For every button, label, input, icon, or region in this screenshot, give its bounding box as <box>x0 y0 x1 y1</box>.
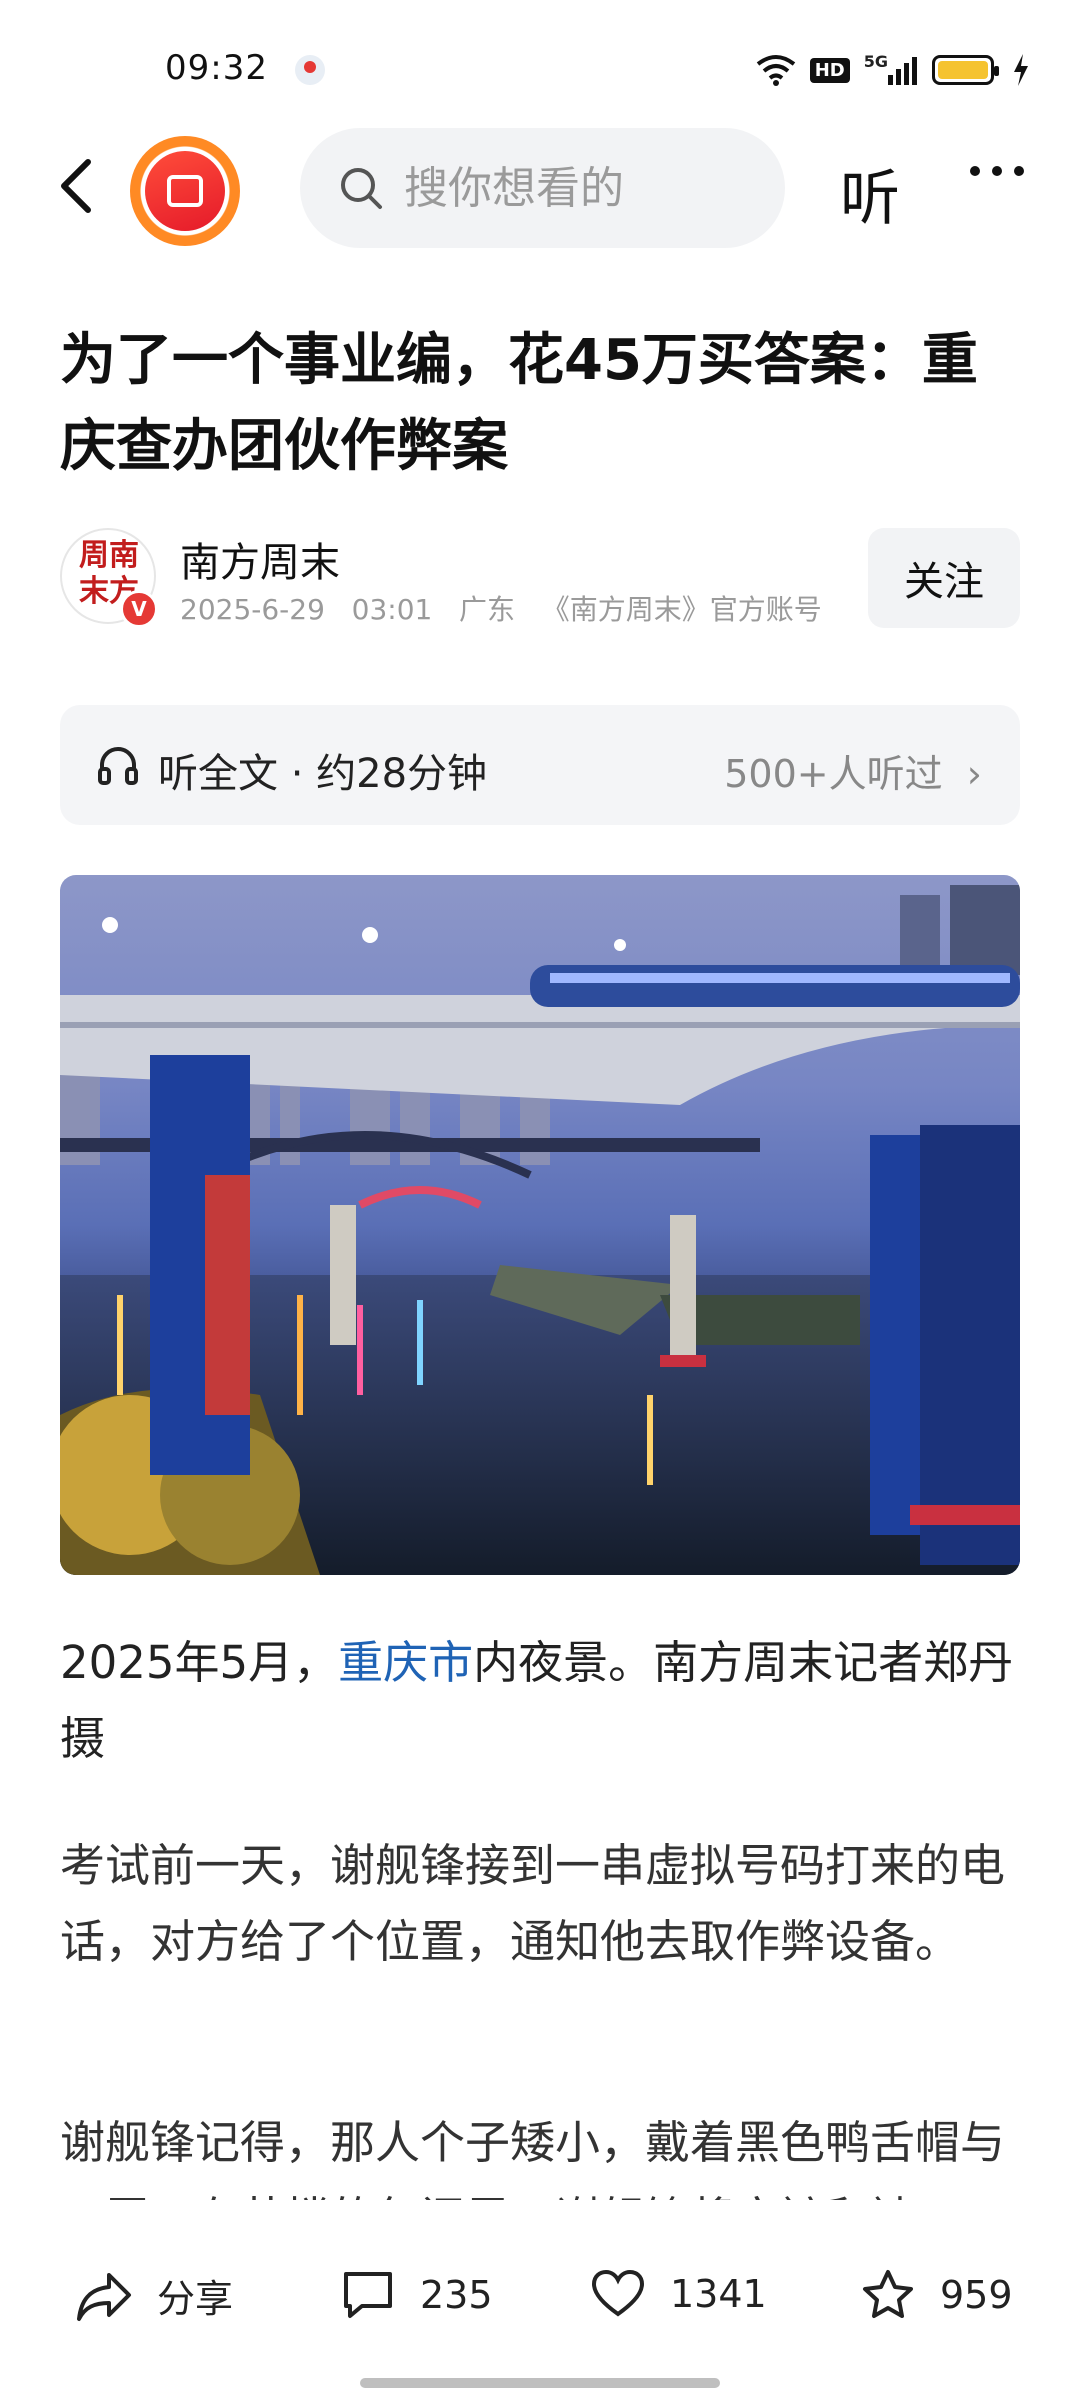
back-arrow-icon[interactable] <box>50 156 110 216</box>
follow-button[interactable]: 关注 <box>868 528 1020 628</box>
status-icons: HD 5G <box>756 52 1030 88</box>
like-count: 1341 <box>670 2272 767 2316</box>
verified-badge: V <box>120 590 158 628</box>
search-input[interactable] <box>404 162 704 214</box>
favorite-count: 959 <box>940 2273 1013 2317</box>
charging-icon <box>1014 54 1028 86</box>
publish-date: 2025-6-29 <box>180 593 325 626</box>
chevron-right-icon: › <box>954 752 982 796</box>
status-bar: 09:32 HD 5G <box>0 0 1080 130</box>
author-meta: 2025-6-29 03:01 广东 《南方周末》官方账号 <box>180 588 822 628</box>
hd-badge: HD <box>809 57 850 83</box>
share-label: 分享 <box>157 2277 234 2321</box>
article-paragraph: 谢舰锋记得，那人个子矮小，戴着黑色鸭舌帽与口罩。在茶楼的包间里，谢舰锋将衣裤和袜 <box>60 2116 1006 2205</box>
listener-count: 500+人听过 › <box>724 743 982 798</box>
search-bar[interactable] <box>300 128 785 248</box>
search-icon <box>341 168 382 209</box>
listen-full-text-bar[interactable]: 听全文 · 约28分钟 500+人听过 › <box>60 705 1020 825</box>
publish-time: 03:01 <box>351 593 433 626</box>
night-bridge-illustration <box>60 885 1020 1575</box>
share-button[interactable]: 分享 <box>75 2268 233 2323</box>
caption-prefix: 2025年5月， <box>60 1636 339 1689</box>
notification-app-icon <box>295 55 325 85</box>
listener-count-text: 500+人听过 <box>724 752 943 796</box>
network-type-label: 5G <box>863 52 888 71</box>
article-paragraph: 考试前一天，谢舰锋接到一串虚拟号码打来的电话，对方给了个位置，通知他去取作弊设备… <box>60 1839 1006 1968</box>
more-options-icon[interactable] <box>970 166 1024 176</box>
author-name[interactable]: 南方周末 <box>180 530 340 588</box>
star-icon <box>863 2270 913 2318</box>
comment-count: 235 <box>420 2273 493 2317</box>
listen-button[interactable]: 听 <box>840 150 900 237</box>
like-button[interactable]: 1341 <box>590 2268 767 2320</box>
top-nav-bar: 听 <box>0 128 1080 248</box>
image-caption: 2025年5月，重庆市内夜景。南方周末记者郑丹 摄 <box>60 1625 1020 1777</box>
listen-duration-label: 听全文 · 约28分钟 <box>158 751 488 797</box>
publish-location: 广东 <box>459 593 516 626</box>
article-title: 为了一个事业编，花45万买答案：重庆查办团伙作弊案 <box>60 328 978 479</box>
comment-icon <box>344 2272 392 2318</box>
comment-button[interactable]: 235 <box>340 2268 493 2322</box>
author-row: 周南末方 V 南方周末 2025-6-29 03:01 广东 《南方周末》官方账… <box>60 528 1020 628</box>
heart-icon <box>591 2269 645 2317</box>
status-time: 09:32 <box>165 48 268 88</box>
account-note: 《南方周末》官方账号 <box>541 593 822 626</box>
battery-icon <box>932 55 999 85</box>
wifi-icon <box>756 55 795 86</box>
headphones-icon <box>98 747 138 785</box>
location-link[interactable]: 重庆市 <box>338 1636 473 1689</box>
favorite-button[interactable]: 959 <box>860 2268 1013 2322</box>
home-indicator[interactable] <box>360 2378 720 2388</box>
bottom-action-bar: 分享 235 1341 959 <box>0 2200 1080 2400</box>
app-logo[interactable] <box>130 136 240 246</box>
signal-icon <box>888 57 917 85</box>
share-icon <box>77 2272 131 2321</box>
article-hero-image[interactable] <box>60 875 1020 1575</box>
